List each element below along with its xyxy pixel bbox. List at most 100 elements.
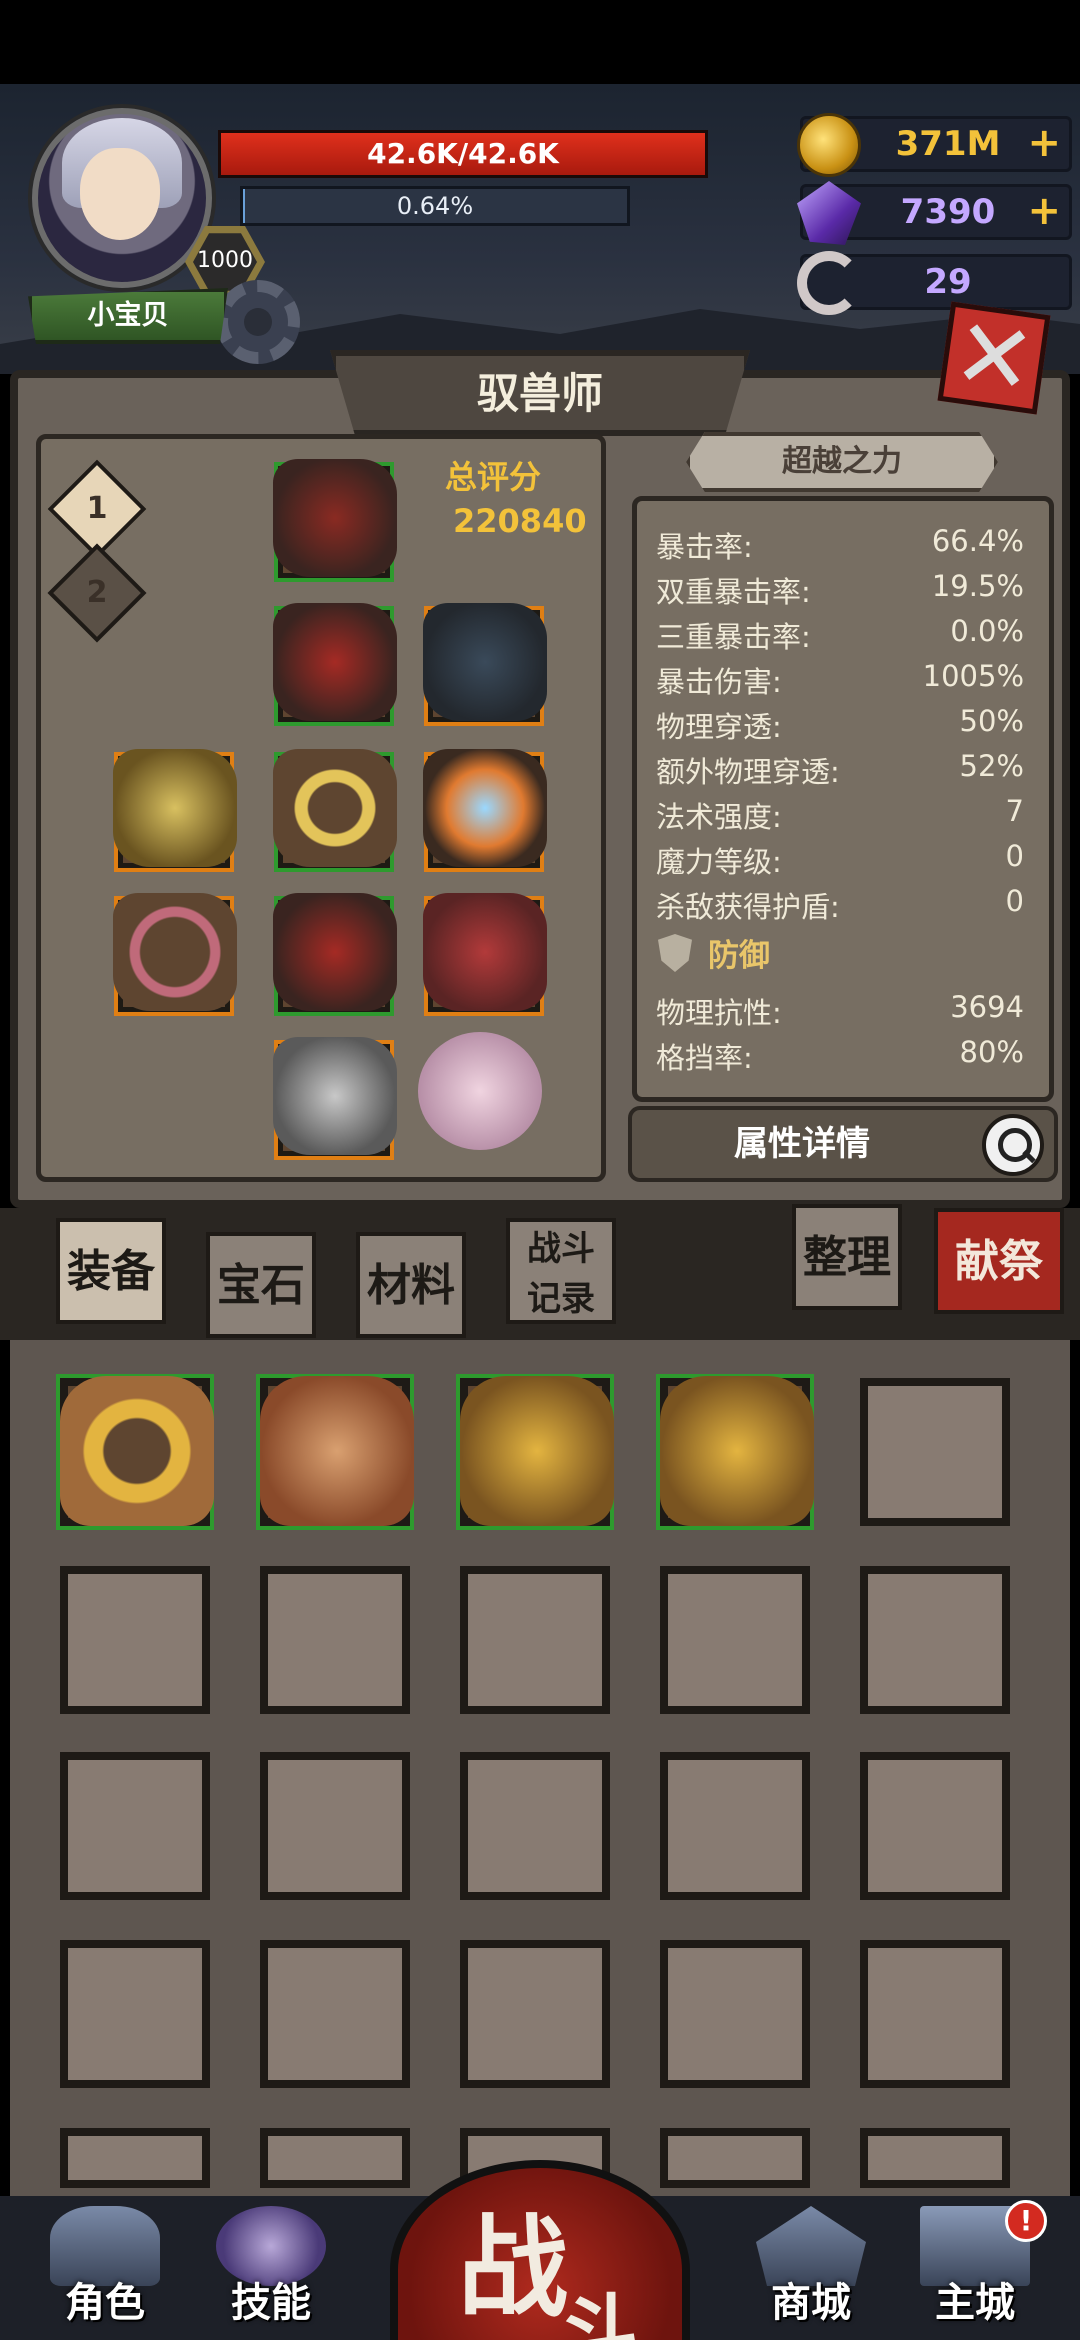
inventory-empty-slot[interactable] [460,1940,610,2088]
attribute-details-label: 属性详情 [734,1124,870,1164]
transcend-power-button[interactable]: 超越之力 [686,432,998,492]
nav-shop-label: 商城 [771,2280,851,2326]
inventory-empty-slot[interactable] [260,1566,410,1714]
nav-character-label: 角色 [65,2280,145,2326]
armor-icon [273,603,397,721]
close-icon: ✕ [946,295,1042,419]
page-title-plate: 驭兽师 [330,350,750,436]
offhand-icon [423,893,547,1011]
inventory-empty-slot[interactable] [660,1940,810,2088]
inventory-empty-slot[interactable] [60,1940,210,2088]
tab-gems[interactable]: 宝石 [206,1232,316,1338]
nav-character[interactable]: 角色 [30,2206,180,2332]
inventory-empty-slot[interactable] [660,1752,810,1900]
inventory-empty-slot[interactable] [260,2128,410,2188]
inventory-item-slot[interactable] [456,1374,614,1530]
tab-battle-log-line2: 记录 [527,1279,595,1319]
inventory-empty-slot[interactable] [660,1566,810,1714]
necklace-icon [273,749,397,867]
hp-text: 42.6K/42.6K [367,137,559,170]
stat-name: 双重暴击率: [656,575,811,609]
close-button[interactable]: ✕ [937,295,1051,419]
settings-gear-icon[interactable] [216,280,300,364]
magnifier-icon[interactable] [982,1114,1044,1176]
inventory-item-slot[interactable] [256,1374,414,1530]
stat-row: 法术强度: 7 [656,794,1024,838]
status-bar [0,0,1080,84]
inventory-empty-slot[interactable] [260,1940,410,2088]
sacrifice-button[interactable]: 献祭 [934,1208,1064,1314]
ring-slot[interactable] [113,749,237,872]
inventory-empty-slot[interactable] [860,1566,1010,1714]
ring-icon [113,749,237,867]
stat-name: 物理抗性: [656,996,782,1030]
page-title: 驭兽师 [476,369,603,418]
tab-equipment[interactable]: 装备 [56,1218,166,1324]
inventory-empty-slot[interactable] [460,1566,610,1714]
stat-value: 80% [959,1035,1024,1069]
helmet-icon [273,459,397,577]
stat-value: 52% [959,749,1024,783]
offhand-slot[interactable] [423,893,547,1016]
inventory-item-icon [260,1376,414,1526]
stat-row: 暴击伤害: 1005% [656,659,1024,703]
inventory-empty-slot[interactable] [60,1566,210,1714]
add-crystal-button[interactable]: + [1027,189,1061,233]
stat-name: 格挡率: [656,1041,753,1075]
inventory-empty-slot[interactable] [660,2128,810,2188]
necklace-slot[interactable] [273,749,397,872]
belt-icon [273,893,397,1011]
tab-battle-log[interactable]: 战斗 记录 [506,1218,616,1324]
pet-slot[interactable] [418,1032,542,1156]
notification-badge-text: ! [1019,2204,1033,2237]
nav-skills[interactable]: 技能 [196,2206,346,2332]
weapon-icon [113,893,237,1011]
tab-equipment-label: 装备 [67,1246,155,1297]
stat-row: 额外物理穿透: 52% [656,749,1024,793]
stat-row: 魔力等级: 0 [656,839,1024,883]
amulet-slot[interactable] [423,749,547,872]
inventory-empty-slot[interactable] [60,2128,210,2188]
inventory-item-icon [460,1376,614,1526]
stat-name: 杀敌获得护盾: [656,890,840,924]
inventory-empty-slot[interactable] [260,1752,410,1900]
boots-slot[interactable] [273,1037,397,1160]
nav-shop[interactable]: 商城 [736,2206,886,2332]
transcend-power-label: 超越之力 [782,444,902,479]
sacrifice-label: 献祭 [955,1236,1043,1287]
fight-label-2: 斗 [558,2286,638,2340]
exp-text: 0.64% [396,192,474,220]
add-gold-button[interactable]: + [1027,121,1061,165]
player-name: 小宝贝 [87,300,169,331]
inventory-empty-slot[interactable] [860,1378,1010,1526]
stat-name: 额外物理穿透: [656,755,840,789]
inventory-empty-slot[interactable] [860,1752,1010,1900]
exp-bar: 0.64% [240,186,630,226]
stat-value: 7 [1005,794,1024,828]
horn-counter: 29 [797,251,1072,315]
player-name-plate: 小宝贝 [28,288,228,344]
loadout-tab-2-label: 2 [86,575,108,610]
inventory-item-slot[interactable] [56,1374,214,1530]
stat-name: 三重暴击率: [656,620,811,654]
helmet-slot[interactable] [273,459,397,582]
tab-materials-label: 材料 [367,1260,455,1311]
weapon-slot[interactable] [113,893,237,1016]
inventory-empty-slot[interactable] [460,1752,610,1900]
stat-name: 暴击率: [656,530,753,564]
inventory-item-slot[interactable] [656,1374,814,1530]
belt-slot[interactable] [273,893,397,1016]
stat-name: 物理穿透: [656,710,782,744]
coin-icon [797,113,861,177]
loadout-tab-1-label: 1 [86,491,108,526]
inventory-empty-slot[interactable] [60,1752,210,1900]
inventory-empty-slot[interactable] [860,1940,1010,2088]
shoulder-icon [423,603,547,721]
shoulder-slot[interactable] [423,603,547,726]
tab-materials[interactable]: 材料 [356,1232,466,1338]
armor-slot[interactable] [273,603,397,726]
sort-label: 整理 [803,1232,891,1283]
stat-row: 三重暴击率: 0.0% [656,614,1024,658]
inventory-empty-slot[interactable] [860,2128,1010,2188]
sort-button[interactable]: 整理 [792,1204,902,1310]
